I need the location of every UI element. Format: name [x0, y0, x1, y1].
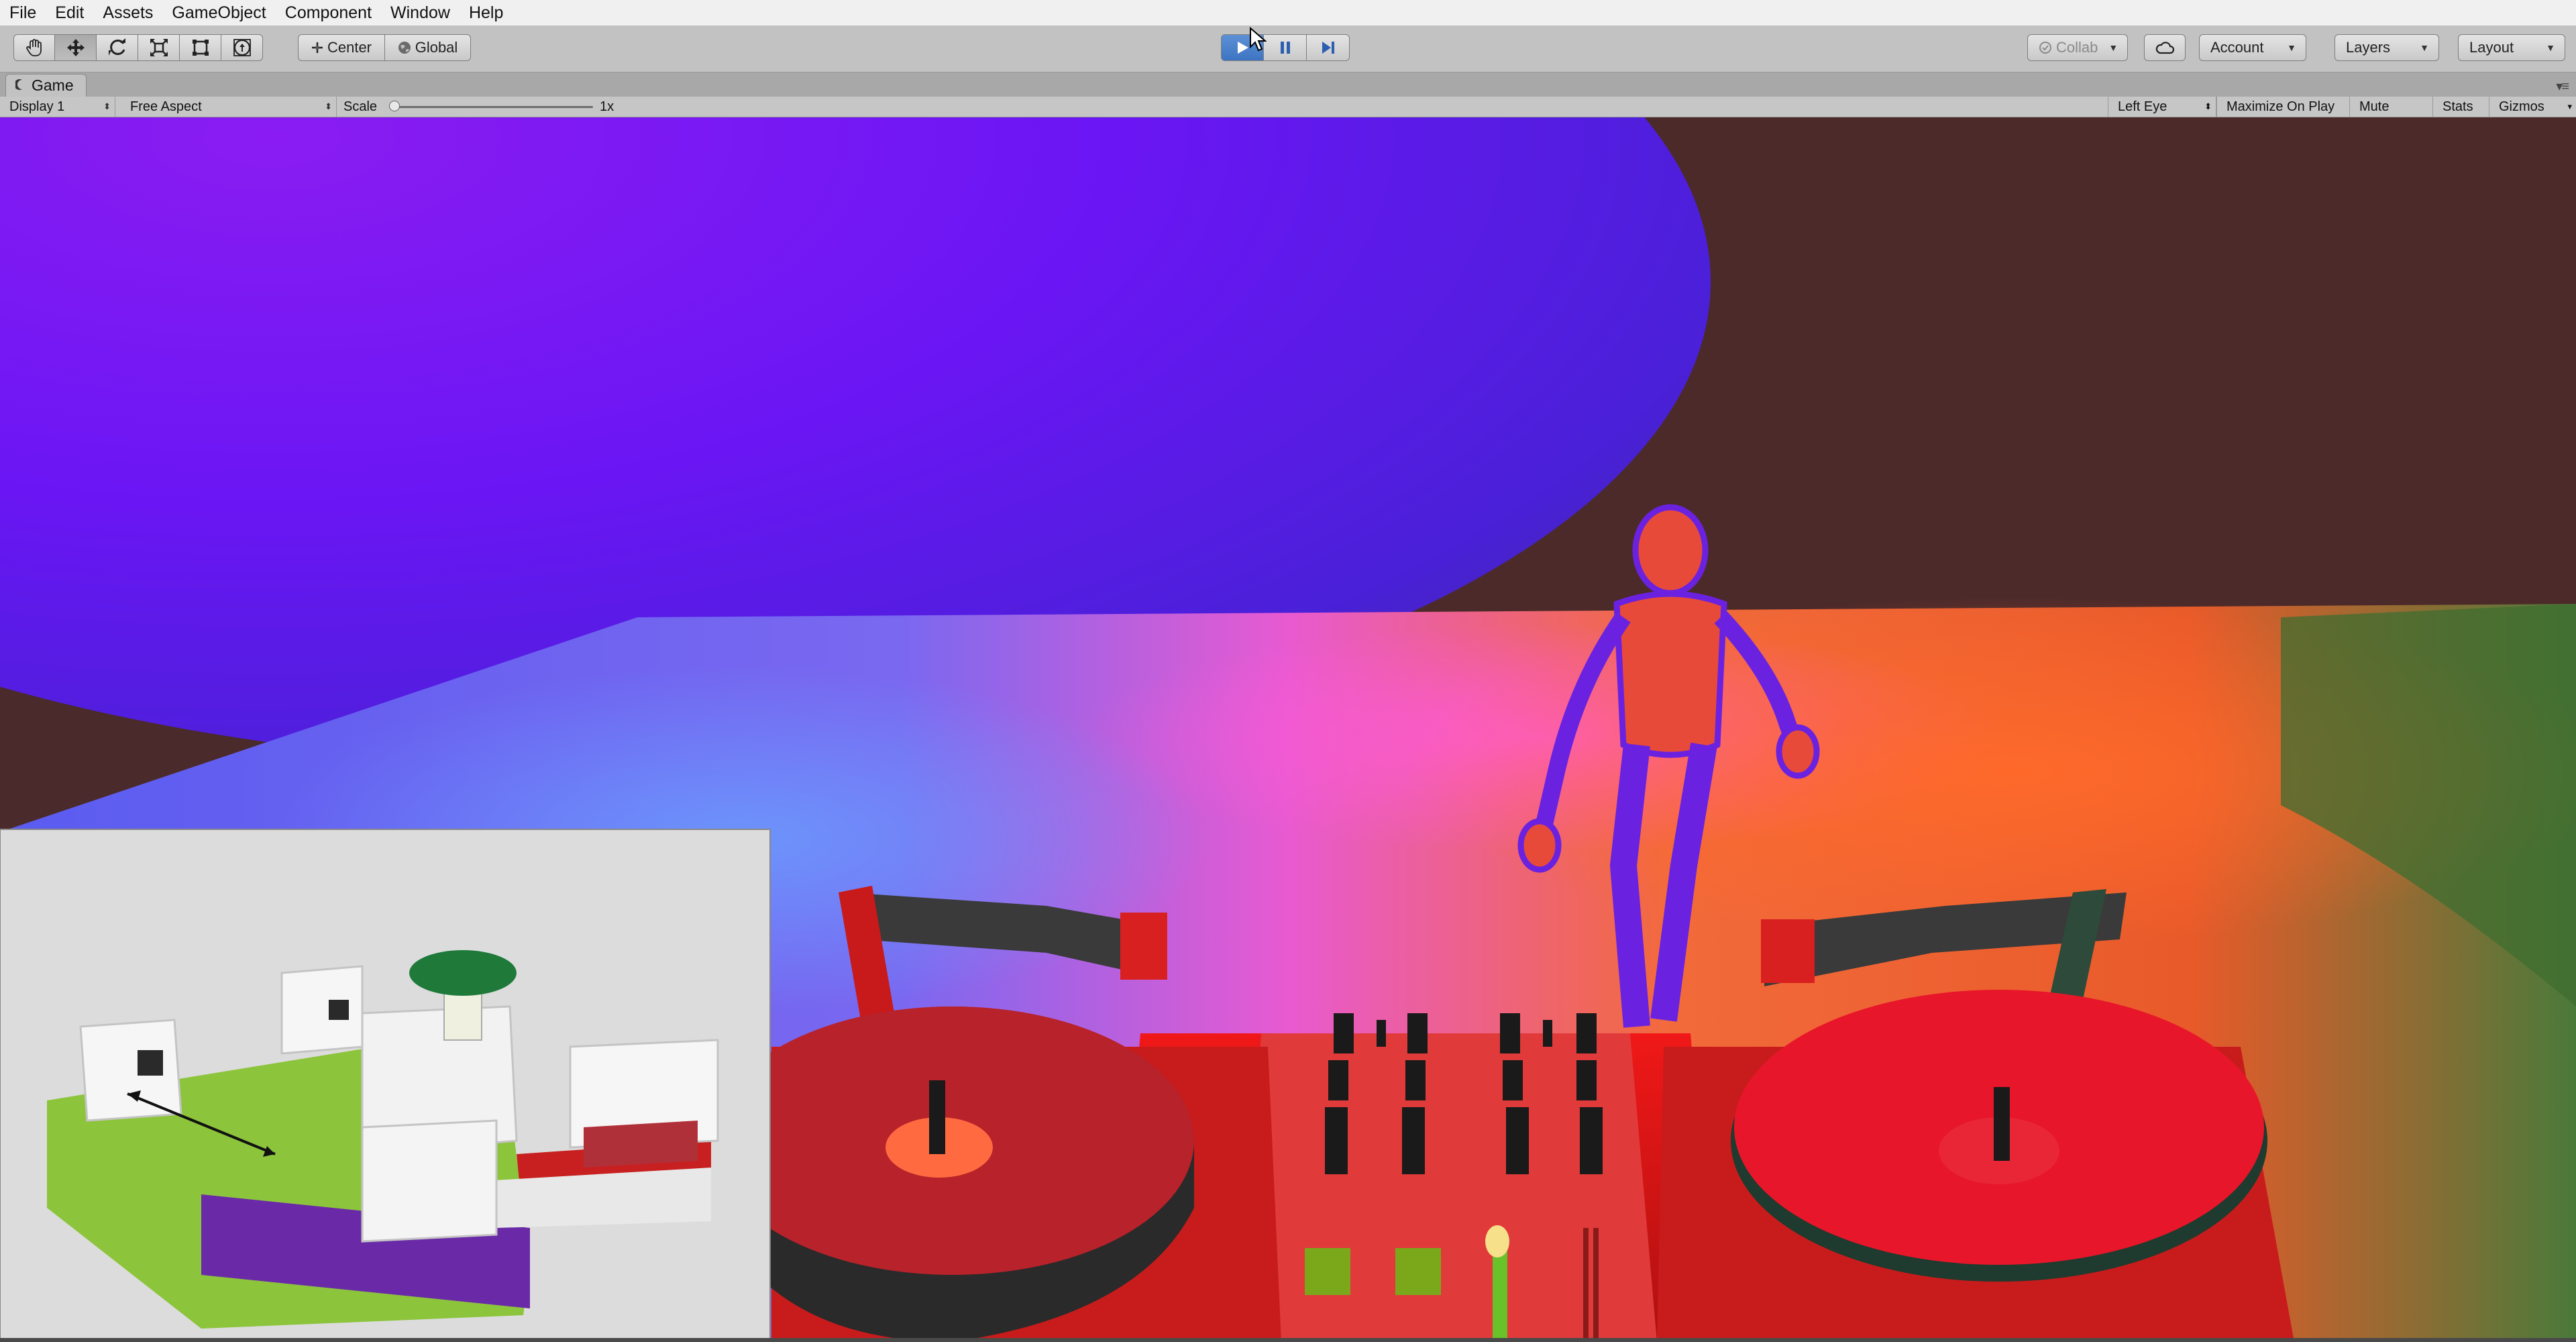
- step-icon: [1320, 40, 1336, 55]
- aspect-label: Free Aspect: [130, 99, 202, 114]
- display-label: Display 1: [9, 99, 65, 114]
- account-label: Account: [2210, 39, 2264, 56]
- rotate-tool-button[interactable]: [97, 34, 138, 61]
- play-controls: [1221, 34, 1350, 62]
- layout-group: Layout ▼: [2458, 34, 2565, 62]
- globe-icon: [398, 41, 411, 54]
- menu-bar: File Edit Assets GameObject Component Wi…: [0, 0, 2576, 26]
- menu-component[interactable]: Component: [276, 0, 381, 25]
- eye-label: Left Eye: [2118, 99, 2167, 114]
- scale-value: 1x: [600, 99, 614, 114]
- menu-file[interactable]: File: [0, 0, 46, 25]
- cloud-icon: [2155, 40, 2175, 55]
- main-toolbar: Center Global Collab ▼ Account ▼ Layers …: [0, 25, 2576, 72]
- tab-game-label: Game: [32, 76, 74, 94]
- chevron-down-icon: ▾: [2567, 101, 2572, 111]
- stats-toggle[interactable]: Stats: [2432, 97, 2489, 117]
- rect-tool-button[interactable]: [180, 34, 221, 61]
- game-view-controls: Display 1 ⬍ Free Aspect ⬍ Scale 1x Left …: [0, 97, 2576, 134]
- collab-group: Collab ▼: [2027, 34, 2128, 62]
- scale-slider-track[interactable]: [392, 106, 593, 108]
- aspect-dropdown[interactable]: Free Aspect ⬍: [121, 97, 337, 117]
- scene-render: [0, 117, 2576, 1342]
- rect-tool-icon: [191, 38, 211, 58]
- checkmark-icon: [2039, 41, 2052, 54]
- game-tab-bar: Game ▾≡: [0, 72, 2576, 97]
- inset-photo: [0, 829, 771, 1342]
- menu-window[interactable]: Window: [381, 0, 460, 25]
- chevron-down-icon: ▼: [2546, 42, 2555, 53]
- menu-edit[interactable]: Edit: [46, 0, 93, 25]
- maximize-on-play-toggle[interactable]: Maximize On Play: [2216, 97, 2349, 117]
- gizmos-dropdown[interactable]: Gizmos ▾: [2489, 97, 2576, 117]
- scale-tool-icon: [149, 38, 169, 58]
- cloud-group: [2144, 34, 2186, 62]
- move-tool-icon: [66, 38, 86, 58]
- status-strip: [0, 1338, 2576, 1342]
- menu-assets[interactable]: Assets: [93, 0, 162, 25]
- tab-game[interactable]: Game: [5, 74, 87, 97]
- chevron-down-icon: ▼: [2420, 42, 2429, 53]
- move-tool-button[interactable]: [55, 34, 97, 61]
- transform-tools: [13, 34, 263, 62]
- layout-dropdown[interactable]: Layout ▼: [2458, 34, 2565, 61]
- gizmos-label: Gizmos: [2499, 99, 2544, 114]
- scale-slider-knob[interactable]: [389, 101, 400, 111]
- pause-icon: [1278, 40, 1293, 55]
- maximize-on-play-label: Maximize On Play: [2226, 99, 2335, 114]
- step-button[interactable]: [1307, 34, 1350, 61]
- account-dropdown[interactable]: Account ▼: [2199, 34, 2306, 61]
- hand-tool-icon: [25, 38, 44, 57]
- collab-label: Collab: [2056, 39, 2098, 56]
- game-controller-icon: [14, 76, 26, 95]
- layers-group: Layers ▼: [2334, 34, 2439, 62]
- chevron-down-icon: ▼: [2108, 42, 2118, 53]
- updown-arrow-icon: ⬍: [2204, 101, 2212, 111]
- mute-audio-toggle[interactable]: Mute Audio: [2349, 97, 2432, 134]
- account-group: Account ▼: [2199, 34, 2306, 62]
- pivot-rotation-button[interactable]: Global: [385, 34, 471, 61]
- play-icon: [1235, 40, 1250, 55]
- hand-tool-button[interactable]: [13, 34, 55, 61]
- tab-menu-icon[interactable]: ▾≡: [2556, 78, 2569, 95]
- menu-help[interactable]: Help: [460, 0, 513, 25]
- pause-button[interactable]: [1264, 34, 1307, 61]
- transform-tool-icon: [232, 38, 252, 58]
- pivot-mode-button[interactable]: Center: [298, 34, 385, 61]
- menu-gameobject[interactable]: GameObject: [162, 0, 275, 25]
- pivot-mode-label: Center: [327, 39, 372, 56]
- mouse-cursor-icon: [1249, 26, 1267, 56]
- updown-arrow-icon: ⬍: [325, 101, 332, 111]
- stats-label: Stats: [2443, 99, 2473, 114]
- scale-tool-button[interactable]: [138, 34, 180, 61]
- game-viewport[interactable]: [0, 117, 2576, 1342]
- chevron-down-icon: ▼: [2287, 42, 2296, 53]
- layers-dropdown[interactable]: Layers ▼: [2334, 34, 2439, 61]
- pivot-center-icon: [311, 42, 323, 54]
- rotate-tool-icon: [107, 38, 127, 58]
- layers-label: Layers: [2346, 39, 2391, 56]
- display-dropdown[interactable]: Display 1 ⬍: [0, 97, 115, 117]
- eye-dropdown[interactable]: Left Eye ⬍: [2108, 97, 2216, 117]
- transform-tool-button[interactable]: [221, 34, 263, 61]
- pivot-rotation-label: Global: [415, 39, 458, 56]
- layout-label: Layout: [2469, 39, 2514, 56]
- updown-arrow-icon: ⬍: [103, 101, 111, 111]
- scale-label: Scale: [343, 99, 378, 114]
- cloud-button[interactable]: [2144, 34, 2186, 61]
- collab-button[interactable]: Collab ▼: [2027, 34, 2128, 61]
- pivot-toggles: Center Global: [298, 34, 471, 62]
